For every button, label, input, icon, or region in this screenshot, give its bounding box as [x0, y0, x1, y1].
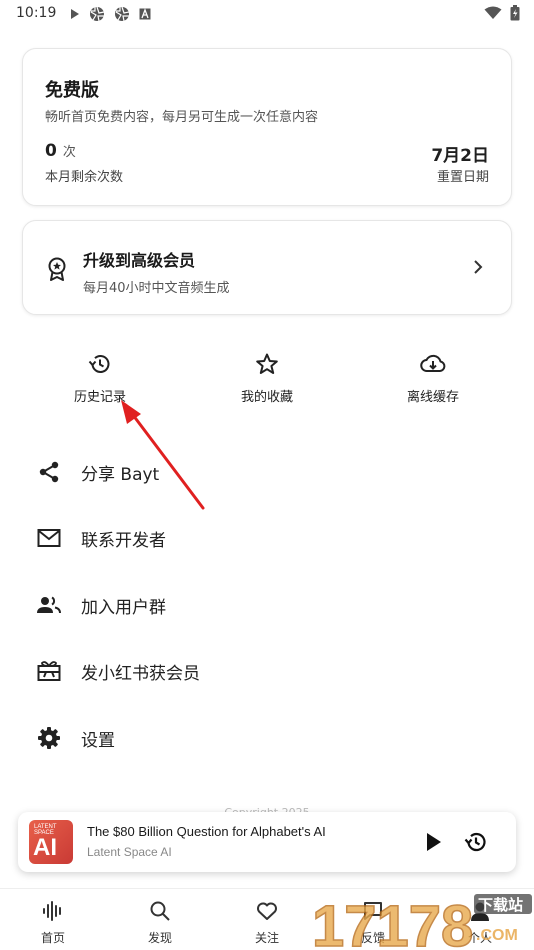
gear-icon	[36, 725, 62, 751]
upgrade-description: 每月40小时中文音频生成	[83, 281, 230, 296]
favorites-button[interactable]: 我的收藏	[217, 352, 317, 405]
play-icon	[71, 9, 79, 19]
menu-item-join-group[interactable]: 加入用户群	[36, 585, 496, 625]
award-icon	[48, 257, 66, 281]
mail-icon	[36, 525, 62, 551]
episode-title: The $80 Billion Question for Alphabet's …	[87, 824, 326, 839]
menu-label-settings: 设置	[81, 730, 115, 751]
remaining-count-unit: 次	[62, 145, 76, 160]
status-time: 10:19	[16, 5, 57, 21]
gift-icon	[36, 658, 62, 684]
favorites-label: 我的收藏	[240, 390, 293, 405]
aperture-icon	[90, 6, 105, 22]
menu-item-contact[interactable]: 联系开发者	[36, 518, 496, 558]
battery-icon	[510, 5, 520, 21]
a-badge-icon	[139, 8, 151, 20]
plan-card: 免费版 畅听首页免费内容，每月另可生成一次任意内容 0 次 本月剩余次数 7月2…	[22, 48, 512, 206]
nav-home[interactable]: 首页	[23, 899, 83, 946]
heart-icon	[257, 902, 277, 920]
wifi-icon	[484, 6, 502, 19]
podcast-artwork: LATENT SPACE AI	[29, 820, 73, 864]
menu-item-xiaohongshu[interactable]: 发小红书获会员	[36, 651, 496, 691]
menu-item-share[interactable]: 分享 Bayt	[36, 452, 496, 492]
watermark-logo: 17178 下载站 .COM	[311, 893, 532, 950]
waveform-icon	[43, 901, 61, 921]
reset-date: 7月2日	[431, 146, 489, 166]
menu-label-share: 分享 Bayt	[81, 464, 160, 485]
plan-title: 免费版	[45, 80, 99, 101]
watermark-sub: 下载站	[478, 896, 523, 914]
share-icon	[36, 459, 62, 485]
menu-item-settings[interactable]: 设置	[36, 718, 496, 758]
reset-date-label: 重置日期	[436, 170, 489, 185]
history-icon	[88, 355, 110, 373]
nav-discover[interactable]: 发现	[130, 899, 190, 946]
nav-follow[interactable]: 关注	[237, 899, 297, 946]
history-button[interactable]: 历史记录	[50, 352, 150, 405]
nav-label-follow: 关注	[254, 931, 279, 945]
remaining-count: 0 次	[45, 141, 76, 161]
menu-label-xiaohongshu: 发小红书获会员	[81, 663, 200, 684]
watermark-domain: .COM	[476, 927, 518, 944]
upgrade-title: 升级到高级会员	[83, 251, 196, 270]
nav-label-discover: 发现	[147, 931, 172, 945]
menu-label-join-group: 加入用户群	[81, 597, 166, 618]
chevron-right-icon	[474, 260, 483, 274]
cloud-download-icon	[420, 354, 446, 372]
watermark-number: 17178	[312, 894, 473, 950]
nav-label-home: 首页	[40, 931, 65, 945]
star-icon	[256, 353, 278, 374]
remaining-count-label: 本月剩余次数	[45, 170, 124, 185]
aperture-icon	[115, 6, 130, 22]
search-icon	[150, 901, 170, 921]
group-icon	[36, 592, 62, 618]
history-icon[interactable]	[464, 830, 488, 854]
history-label: 历史记录	[73, 390, 126, 405]
remaining-count-value: 0	[45, 141, 57, 161]
plan-description: 畅听首页免费内容，每月另可生成一次任意内容	[45, 110, 319, 125]
artwork-title: AI	[33, 834, 57, 861]
offline-cache-button[interactable]: 离线缓存	[383, 352, 483, 405]
status-bar: 10:19	[0, 0, 534, 28]
menu-label-contact: 联系开发者	[81, 530, 166, 551]
play-icon[interactable]	[424, 832, 444, 852]
offline-cache-label: 离线缓存	[406, 390, 459, 405]
podcast-name: Latent Space AI	[87, 845, 172, 859]
mini-player[interactable]: LATENT SPACE AI The $80 Billion Question…	[18, 812, 516, 872]
upgrade-premium-card[interactable]: 升级到高级会员 每月40小时中文音频生成	[22, 220, 512, 315]
